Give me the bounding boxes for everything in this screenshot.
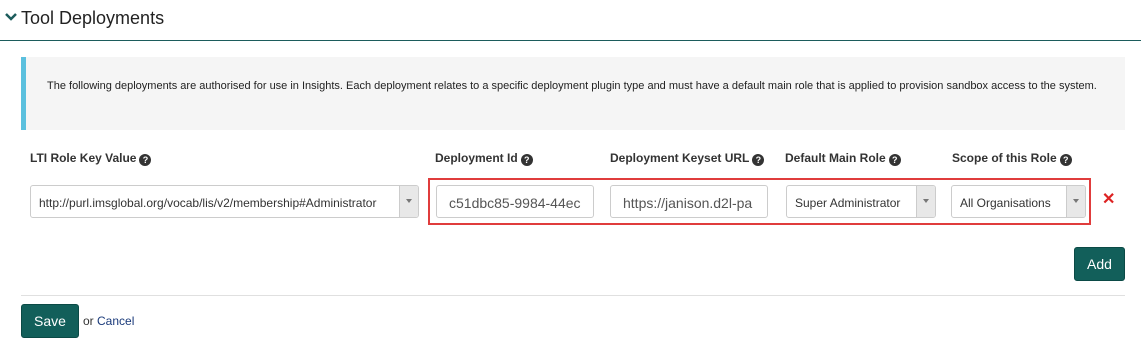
column-header-main-role: Default Main Role? (785, 151, 901, 166)
delete-row-icon[interactable]: ✕ (1102, 190, 1115, 210)
dropdown-button[interactable] (399, 186, 418, 217)
column-label: Deployment Keyset URL (610, 151, 750, 165)
info-panel: The following deployments are authorised… (21, 57, 1125, 130)
help-icon[interactable]: ? (1059, 154, 1072, 166)
chevron-down-icon (406, 199, 412, 203)
cancel-link[interactable]: Cancel (97, 314, 134, 328)
add-button[interactable]: Add (1074, 247, 1125, 281)
info-text: The following deployments are authorised… (47, 80, 1097, 92)
save-button[interactable]: Save (21, 304, 79, 338)
save-row: or Cancel (83, 314, 134, 328)
section-header[interactable]: Tool Deployments (0, 0, 1141, 41)
help-icon[interactable]: ? (752, 154, 765, 166)
lti-role-value: http://purl.imsglobal.org/vocab/lis/v2/m… (39, 196, 377, 210)
column-header-keyset-url: Deployment Keyset URL? (610, 151, 765, 166)
column-header-deployment-id: Deployment Id? (435, 151, 533, 166)
column-label: Deployment Id (435, 151, 518, 165)
help-icon[interactable]: ? (139, 154, 152, 166)
help-icon[interactable]: ? (520, 154, 533, 166)
column-header-scope: Scope of this Role? (952, 151, 1072, 166)
help-icon[interactable]: ? (888, 154, 901, 166)
highlight-box (428, 178, 1091, 225)
section-title: Tool Deployments (21, 8, 165, 28)
column-label: Scope of this Role (952, 151, 1057, 165)
column-header-lti-role: LTI Role Key Value? (30, 151, 152, 166)
chevron-down-icon[interactable] (5, 12, 17, 22)
divider (21, 295, 1125, 296)
column-label: Default Main Role (785, 151, 886, 165)
or-text: or (83, 314, 94, 328)
lti-role-select[interactable]: http://purl.imsglobal.org/vocab/lis/v2/m… (30, 185, 419, 218)
column-label: LTI Role Key Value (30, 151, 137, 165)
